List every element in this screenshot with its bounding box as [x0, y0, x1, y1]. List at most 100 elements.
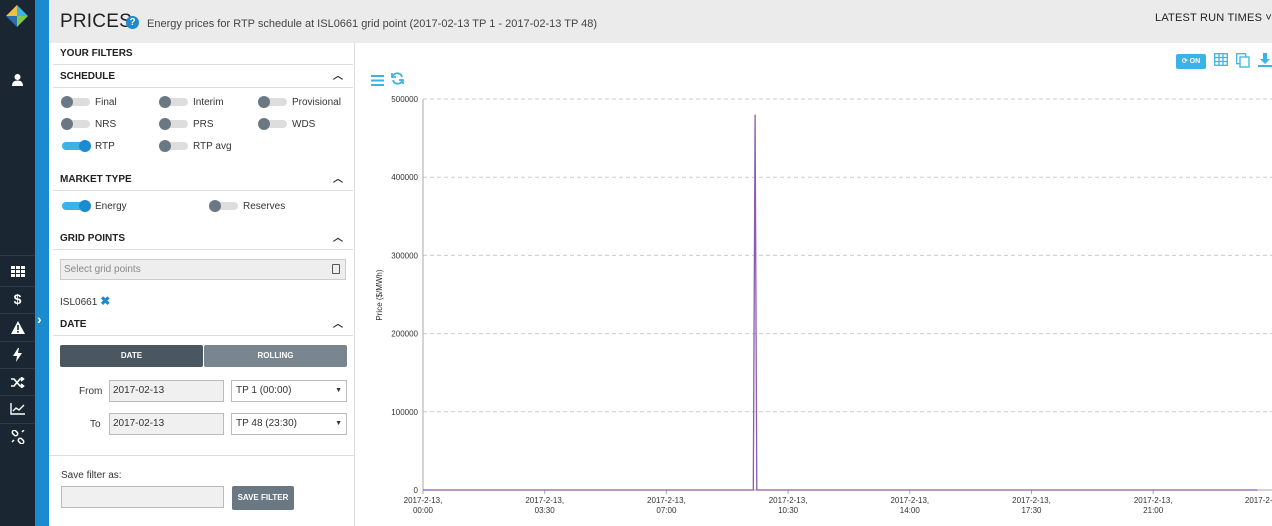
user-icon[interactable]	[0, 68, 35, 90]
toggle-label: Reserves	[243, 200, 286, 212]
x-tick-label: 2017-2-1	[1245, 496, 1272, 505]
y-axis-label: Price ($/MWh)	[375, 269, 384, 320]
toggle-label: Final	[95, 96, 117, 108]
toggle-prs[interactable]: PRS	[159, 118, 214, 130]
from-tp-value: TP 1 (00:00)	[236, 385, 292, 396]
to-tp-select[interactable]: TP 48 (23:30) ▼	[231, 413, 347, 435]
warning-icon[interactable]	[0, 316, 35, 338]
toggle-interim[interactable]: Interim	[159, 96, 224, 108]
market-type-header[interactable]: MARKET TYPE ︿	[53, 169, 353, 191]
chevron-up-icon[interactable]: ︿	[333, 169, 343, 191]
to-date-input[interactable]: 2017-02-13	[109, 413, 224, 435]
x-tick-label: 21:00	[1143, 506, 1164, 515]
x-tick-label: 2017-2-13,	[769, 496, 808, 505]
trend-chart-icon[interactable]	[0, 398, 35, 420]
y-tick-label: 200000	[391, 330, 418, 339]
unlink-icon[interactable]	[0, 426, 35, 448]
toggle-label: RTP	[95, 140, 115, 152]
help-icon[interactable]: ?	[126, 16, 139, 29]
chevron-up-icon[interactable]: ︿	[333, 314, 343, 336]
y-tick-label: 500000	[391, 95, 418, 104]
y-tick-label: 100000	[391, 408, 418, 417]
toggle-energy[interactable]: Energy	[62, 200, 127, 212]
x-tick-label: 00:00	[413, 506, 434, 515]
from-date-input[interactable]: 2017-02-13	[109, 380, 224, 402]
x-tick-label: 03:30	[535, 506, 556, 515]
x-tick-label: 2017-2-13,	[525, 496, 564, 505]
date-title: DATE	[60, 319, 87, 330]
x-tick-label: 2017-2-13,	[647, 496, 686, 505]
toggle-label: Energy	[95, 200, 127, 212]
shuffle-icon[interactable]	[0, 371, 35, 393]
to-tp-value: TP 48 (23:30)	[236, 418, 297, 429]
toggle-provisional[interactable]: Provisional	[258, 96, 341, 108]
y-axis-ticks: 0 100000 200000 300000 400000 500000	[391, 95, 418, 495]
from-tp-select[interactable]: TP 1 (00:00) ▼	[231, 380, 347, 402]
table-view-icon[interactable]	[1214, 53, 1228, 69]
expand-chevron-icon[interactable]: ›	[37, 311, 42, 327]
page-title: PRICES	[60, 11, 132, 32]
toggle-rtp[interactable]: RTP	[62, 140, 115, 152]
chevron-up-icon[interactable]: ︿	[333, 228, 343, 250]
y-tick-label: 0	[414, 486, 419, 495]
to-label: To	[90, 419, 101, 430]
toggle-wds[interactable]: WDS	[258, 118, 316, 130]
toggle-nrs[interactable]: NRS	[61, 118, 117, 130]
page-header: PRICES ? Energy prices for RTP schedule …	[49, 0, 1272, 43]
x-tick-label: 2017-2-13,	[1134, 496, 1173, 505]
grid-point-chip: ISL0661 ✖	[60, 294, 110, 308]
lightning-icon[interactable]	[0, 344, 35, 366]
caret-down-icon: ▼	[335, 420, 342, 427]
save-filter-button[interactable]: SAVE FILTER	[232, 486, 294, 510]
y-tick-label: 300000	[391, 251, 418, 260]
grid-point-chip-label: ISL0661	[60, 297, 98, 308]
grid-points-placeholder: Select grid points	[64, 264, 141, 275]
x-tick-label: 2017-2-13,	[890, 496, 929, 505]
app-logo-icon[interactable]	[5, 4, 29, 28]
x-tick-label: 14:00	[900, 506, 921, 515]
grid-view-icon[interactable]	[0, 260, 35, 282]
toggle-final[interactable]: Final	[61, 96, 117, 108]
toggle-label: NRS	[95, 118, 117, 130]
chart-gridlines	[423, 98, 1272, 413]
page-subtitle: Energy prices for RTP schedule at ISL066…	[147, 18, 598, 30]
your-filters-title: YOUR FILTERS	[60, 48, 133, 59]
latest-run-times-dropdown[interactable]: LATEST RUN TIMES ˅	[1155, 12, 1272, 24]
toggle-rtp-avg[interactable]: RTP avg	[159, 140, 232, 152]
from-label: From	[79, 386, 103, 397]
toggle-label: Interim	[193, 96, 224, 108]
chevron-up-icon[interactable]: ︿	[333, 66, 343, 88]
auto-refresh-toggle[interactable]: ⟳ ON	[1176, 54, 1206, 69]
main-nav: $	[0, 0, 35, 526]
y-tick-label: 400000	[391, 173, 418, 182]
x-tick-label: 07:00	[656, 506, 677, 515]
date-header[interactable]: DATE ︿	[53, 314, 353, 336]
grid-points-select[interactable]: Select grid points	[60, 259, 346, 280]
market-type-title: MARKET TYPE	[60, 174, 132, 185]
caret-down-icon: ▼	[335, 387, 342, 394]
tab-date[interactable]: DATE	[60, 345, 203, 367]
tab-rolling[interactable]: ROLLING	[204, 345, 347, 367]
divider	[49, 455, 355, 456]
x-tick-label: 2017-2-13,	[1012, 496, 1051, 505]
remove-icon[interactable]: ✖	[100, 294, 110, 308]
schedule-title: SCHEDULE	[60, 71, 116, 82]
toggle-label: WDS	[292, 118, 316, 130]
download-icon[interactable]	[1258, 53, 1272, 70]
sidebar-rail[interactable]: ›	[35, 0, 49, 526]
filter-panel: YOUR FILTERS SCHEDULE ︿ Final Interim Pr…	[49, 43, 355, 526]
grid-points-header[interactable]: GRID POINTS ︿	[53, 228, 353, 250]
list-icon	[332, 264, 340, 274]
price-chart: 0 100000 200000 300000 400000 500000 2017-2-1…	[375, 95, 1272, 515]
schedule-header[interactable]: SCHEDULE ︿	[53, 66, 353, 88]
grid-points-title: GRID POINTS	[60, 233, 126, 244]
dollar-icon[interactable]: $	[0, 288, 35, 310]
copy-icon[interactable]	[1236, 53, 1250, 71]
x-tick-label: 2017-2-13,	[404, 496, 443, 505]
toggle-reserves[interactable]: Reserves	[209, 200, 286, 212]
save-filter-input[interactable]	[61, 486, 224, 508]
series-line	[423, 114, 1258, 491]
toggle-label: Provisional	[292, 96, 341, 108]
your-filters-header[interactable]: YOUR FILTERS	[53, 43, 353, 65]
toggle-label: PRS	[193, 118, 214, 130]
